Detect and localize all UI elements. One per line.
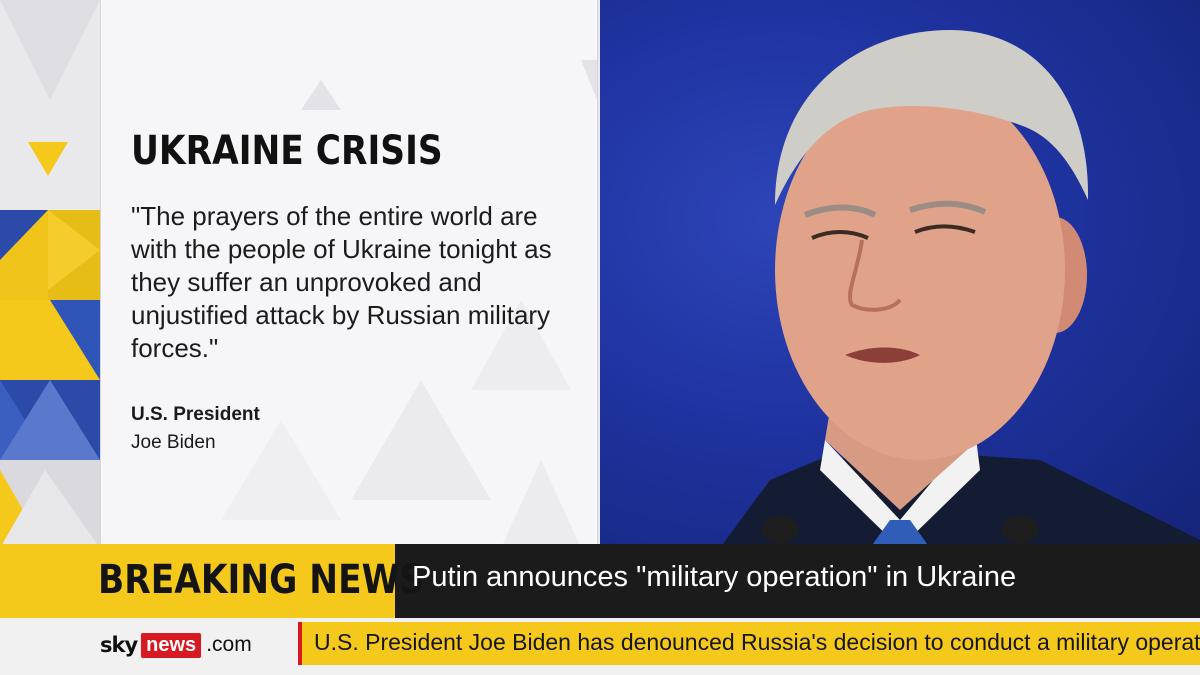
quote-card: UKRAINE CRISIS "The prayers of the entir… bbox=[100, 0, 598, 548]
quote-text: "The prayers of the entire world are wit… bbox=[131, 201, 552, 363]
speaker-photo bbox=[600, 0, 1200, 548]
attribution-name: Joe Biden bbox=[131, 432, 216, 453]
breaking-headline: Putin announces "military operation" in … bbox=[412, 561, 1017, 593]
ticker-text: U.S. President Joe Biden has denounced R… bbox=[314, 629, 1200, 655]
sky-news-logo: sky news .com bbox=[100, 630, 252, 660]
breaking-news-text: BREAKING NEWS bbox=[98, 557, 425, 603]
news-ticker: sky news .com U.S. President Joe Biden h… bbox=[0, 618, 1200, 675]
breaking-news-label: BREAKING NEWS bbox=[0, 544, 424, 618]
speaker-illustration bbox=[720, 30, 1200, 548]
logo-sky-text: sky bbox=[100, 633, 138, 657]
logo-com-text: .com bbox=[206, 633, 252, 656]
ticker-accent-bar bbox=[298, 622, 302, 665]
card-heading: UKRAINE CRISIS bbox=[131, 128, 443, 174]
attribution-title: U.S. President bbox=[131, 404, 260, 425]
logo-news-text: news bbox=[141, 632, 202, 658]
ticker-strip: U.S. President Joe Biden has denounced R… bbox=[298, 622, 1200, 665]
breaking-news-bar: BREAKING NEWS Putin announces "military … bbox=[0, 544, 1200, 618]
marker-triangle-icon bbox=[28, 142, 68, 176]
